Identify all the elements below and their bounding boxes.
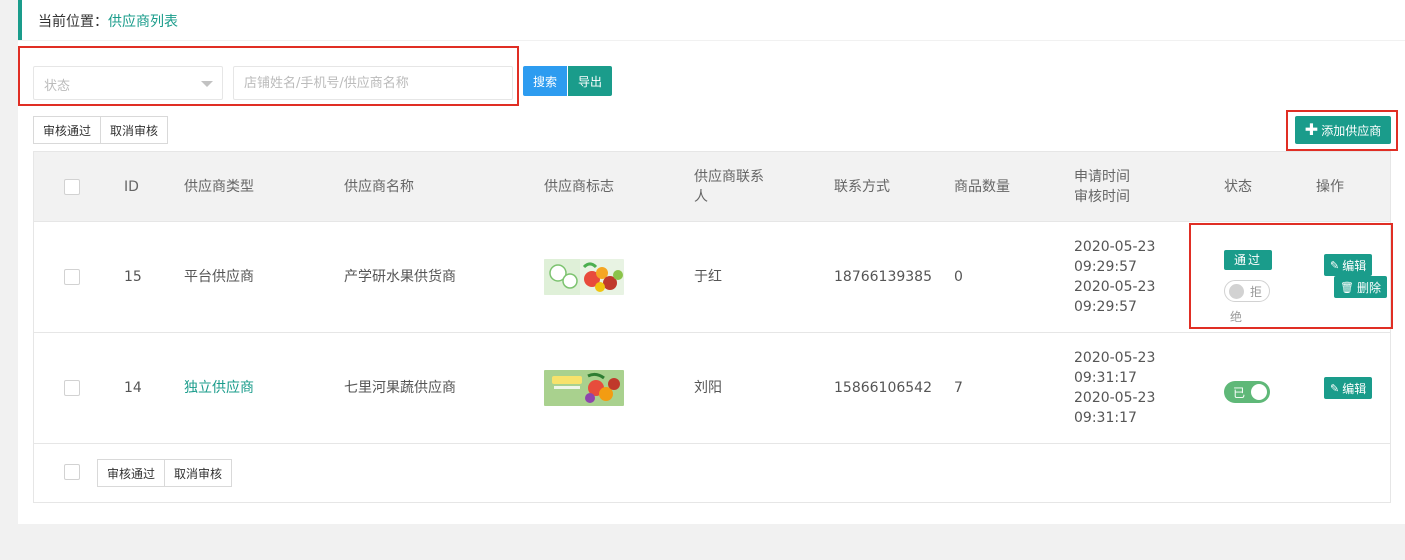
add-supplier-label: 添加供应商 [1321, 123, 1382, 138]
row-name: 产学研水果供货商 [344, 269, 456, 285]
breadcrumb-prefix: 当前位置： [38, 14, 108, 30]
cancel-audit-button[interactable]: 取消审核 [101, 116, 169, 144]
row-id: 15 [124, 269, 142, 285]
edit-button[interactable]: ✎ 编辑 [1324, 377, 1373, 399]
row-goods-count: 7 [954, 380, 963, 396]
footer-action-group: 审核通过 取消审核 [97, 459, 233, 487]
supplier-table: ID 供应商类型 供应商名称 供应商标志 供应商联系 人 联系方式 商品数量 申… [33, 151, 1391, 503]
breadcrumb-current[interactable]: 供应商列表 [108, 14, 178, 30]
row-apply-date: 2020-05-23 [1074, 239, 1156, 255]
row-apply-time: 09:31:17 [1074, 370, 1137, 386]
supplier-logo-image [544, 259, 624, 295]
header-ops: 操作 [1316, 179, 1344, 195]
header-phone: 联系方式 [834, 179, 890, 195]
row-audit-date: 2020-05-23 [1074, 279, 1156, 295]
export-button[interactable]: 导出 [568, 66, 612, 96]
header-apply-time: 申请时间 [1074, 169, 1130, 185]
row-type: 平台供应商 [184, 269, 254, 285]
status-switch-label: 已 [1233, 386, 1246, 400]
footer-cancel-audit-button[interactable]: 取消审核 [165, 459, 233, 487]
supplier-logo-image [544, 370, 624, 406]
status-ops-highlight-box [1189, 223, 1393, 329]
footer-approve-button[interactable]: 审核通过 [97, 459, 166, 487]
row-audit-time: 09:29:57 [1074, 299, 1137, 315]
switch-knob [1251, 384, 1267, 400]
plus-icon: ✚ [1304, 120, 1319, 139]
row-apply-date: 2020-05-23 [1074, 350, 1156, 366]
header-goods: 商品数量 [954, 179, 1010, 195]
batch-action-group: 审核通过 取消审核 [33, 116, 169, 144]
caret-down-icon [201, 81, 213, 87]
row-contact: 于红 [694, 269, 722, 285]
row-contact: 刘阳 [694, 380, 722, 396]
breadcrumb: 当前位置：供应商列表 [18, 0, 1405, 40]
header-type: 供应商类型 [184, 179, 254, 195]
status-switch[interactable]: 已 [1224, 381, 1270, 403]
row-audit-date: 2020-05-23 [1074, 390, 1156, 406]
edit-label: 编辑 [1342, 381, 1367, 396]
search-input[interactable] [233, 66, 513, 100]
pencil-icon: ✎ [1330, 381, 1340, 395]
table-row: 14 独立供应商 七里河果蔬供应商 刘阳 15866106542 7 2020-… [34, 333, 1390, 444]
footer-select-all-checkbox[interactable] [64, 464, 80, 480]
select-all-checkbox[interactable] [64, 179, 80, 195]
status-select[interactable]: 状态 [33, 66, 223, 100]
search-button[interactable]: 搜索 [523, 66, 567, 96]
row-type-link[interactable]: 独立供应商 [184, 378, 254, 398]
row-phone: 18766139385 [834, 269, 932, 285]
header-audit-time: 审核时间 [1074, 189, 1130, 205]
row-checkbox[interactable] [64, 269, 80, 285]
header-status: 状态 [1224, 179, 1252, 195]
status-select-placeholder: 状态 [44, 79, 71, 94]
header-name: 供应商名称 [344, 179, 414, 195]
row-phone: 15866106542 [834, 380, 932, 396]
table-row: 15 平台供应商 产学研水果供货商 于红 18766139385 0 2020-… [34, 222, 1390, 333]
header-logo: 供应商标志 [544, 179, 614, 195]
table-header: ID 供应商类型 供应商名称 供应商标志 供应商联系 人 联系方式 商品数量 申… [34, 152, 1390, 222]
header-contact-1: 供应商联系 [694, 169, 764, 185]
approve-button[interactable]: 审核通过 [33, 116, 102, 144]
row-apply-time: 09:29:57 [1074, 259, 1137, 275]
row-goods-count: 0 [954, 269, 963, 285]
header-contact-2: 人 [694, 189, 708, 205]
row-id: 14 [124, 380, 142, 396]
add-supplier-button[interactable]: ✚ 添加供应商 [1295, 116, 1391, 144]
row-name: 七里河果蔬供应商 [344, 380, 456, 396]
row-checkbox[interactable] [64, 380, 80, 396]
table-footer: 审核通过 取消审核 [34, 444, 1390, 502]
header-id: ID [124, 179, 139, 195]
row-audit-time: 09:31:17 [1074, 410, 1137, 426]
